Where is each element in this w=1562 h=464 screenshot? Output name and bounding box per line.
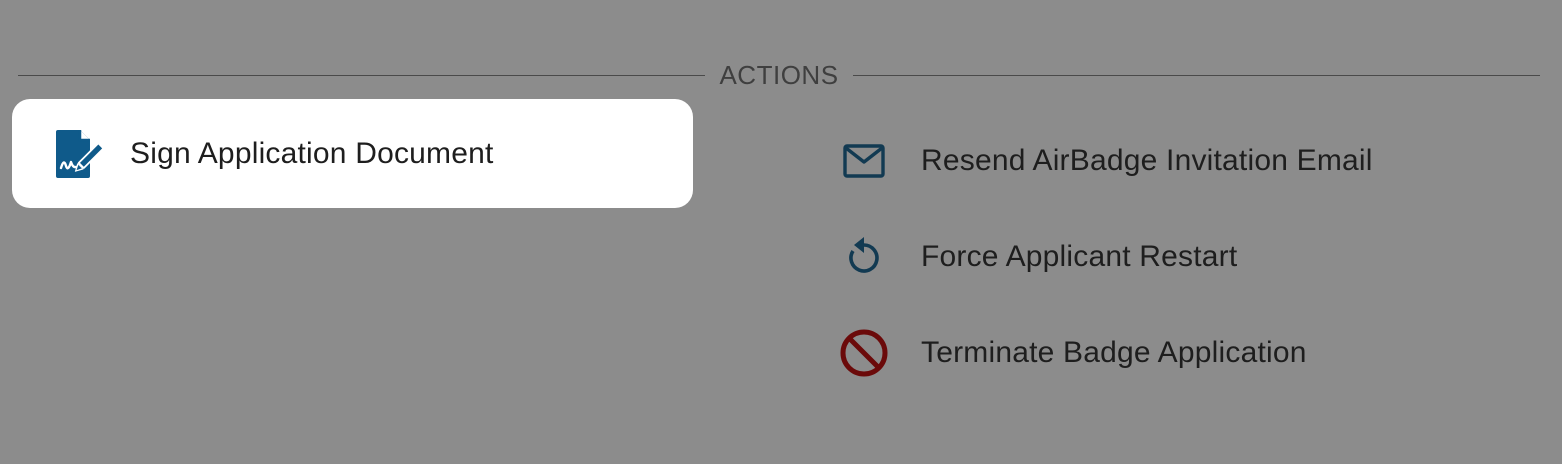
sign-application-document-label: Sign Application Document: [130, 136, 494, 170]
resend-invitation-email-button[interactable]: Resend AirBadge Invitation Email: [836, 126, 1476, 196]
mail-icon: [836, 133, 892, 189]
sign-document-icon: [52, 126, 108, 182]
force-applicant-restart-label: Force Applicant Restart: [921, 240, 1238, 273]
restart-icon: [836, 229, 892, 285]
section-title: ACTIONS: [719, 60, 839, 90]
terminate-badge-application-label: Terminate Badge Application: [921, 336, 1307, 369]
terminate-badge-application-button[interactable]: Terminate Badge Application: [836, 318, 1476, 388]
resend-invitation-email-label: Resend AirBadge Invitation Email: [921, 144, 1373, 177]
block-icon: [836, 325, 892, 381]
force-applicant-restart-button[interactable]: Force Applicant Restart: [836, 222, 1476, 292]
actions-section-header: ACTIONS: [18, 58, 1541, 92]
header-rule-right: [852, 74, 1541, 76]
header-rule-left: [18, 74, 706, 76]
sign-application-document-button[interactable]: Sign Application Document: [12, 99, 693, 208]
